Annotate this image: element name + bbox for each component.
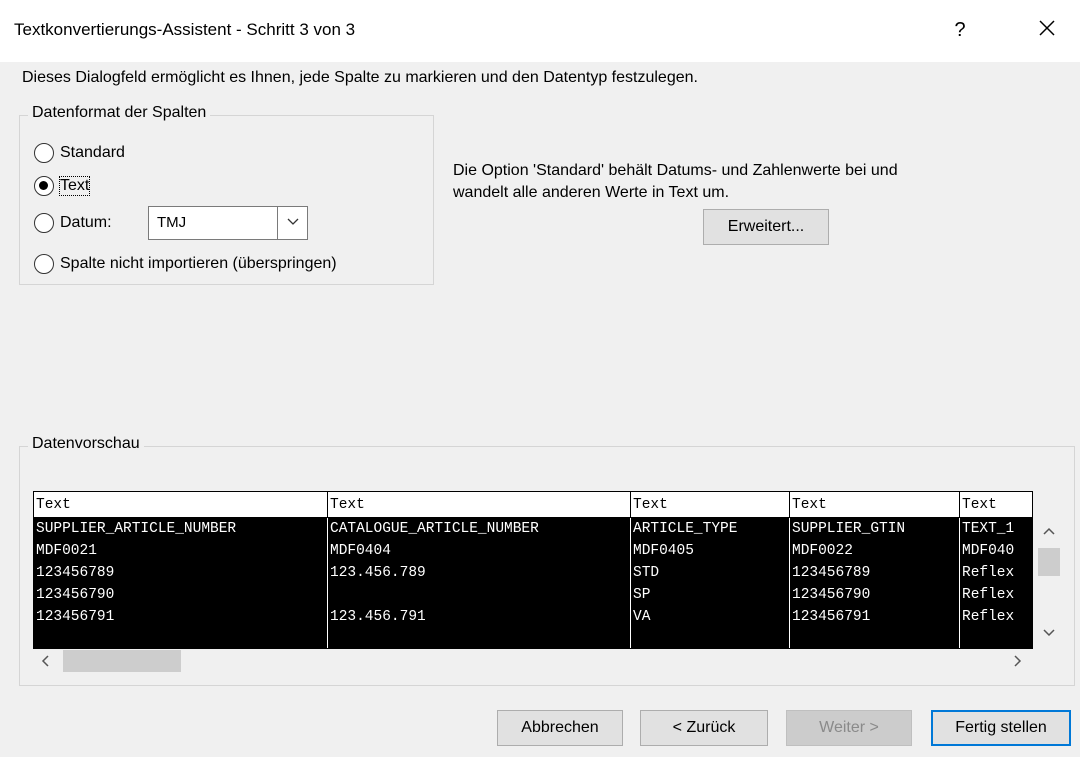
table-cell: TEXT_1 (960, 518, 1032, 540)
table-row: 123456790 SP 123456790 Reflex (34, 584, 1032, 606)
cancel-button[interactable]: Abbrechen (497, 710, 623, 746)
table-cell: CATALOGUE_ARTICLE_NUMBER (328, 518, 631, 540)
title-bar: Textkonvertierungs-Assistent - Schritt 3… (0, 0, 1080, 62)
column-type-header[interactable]: Text (960, 492, 1032, 518)
data-preview-grid[interactable]: Text Text Text Text Text SUPPLIER_ARTICL… (33, 491, 1033, 649)
radio-date[interactable]: Datum: (34, 213, 112, 233)
table-row: 123456791 123.456.791 VA 123456791 Refle… (34, 606, 1032, 628)
radio-standard-label: Standard (60, 144, 125, 161)
table-cell: MDF0021 (34, 540, 328, 562)
column-type-header-row: Text Text Text Text Text (34, 492, 1032, 518)
horizontal-scroll-thumb[interactable] (63, 650, 181, 672)
date-format-select[interactable]: TMJ (148, 206, 308, 240)
chevron-right-icon[interactable] (1014, 655, 1022, 667)
hint-line-2: wandelt alle anderen Werte in Text um. (453, 184, 730, 201)
hint-line-1: Die Option 'Standard' behält Datums- und… (453, 162, 898, 179)
date-format-value: TMJ (157, 214, 187, 231)
radio-date-label: Datum: (60, 214, 112, 231)
chevron-down-icon (287, 218, 298, 225)
help-button[interactable]: ? (940, 12, 980, 48)
column-type-header[interactable]: Text (34, 492, 328, 518)
radio-skip-column[interactable]: Spalte nicht importieren (überspringen) (34, 254, 337, 274)
radio-date-circle[interactable] (34, 213, 54, 233)
advanced-button[interactable]: Erweitert... (703, 209, 829, 245)
table-cell: 123456789 (790, 562, 960, 584)
horizontal-scrollbar[interactable] (33, 649, 1033, 673)
radio-text-label: Text (58, 176, 91, 196)
table-cell: MDF0022 (790, 540, 960, 562)
table-cell: MDF0405 (631, 540, 790, 562)
chevron-left-icon[interactable] (41, 655, 49, 667)
table-cell (328, 584, 631, 606)
chevron-up-icon[interactable] (1043, 527, 1055, 535)
next-button[interactable]: Weiter > (786, 710, 912, 746)
table-cell: Reflex (960, 584, 1032, 606)
chevron-down-icon[interactable] (1043, 629, 1055, 637)
date-format-dropdown-button[interactable] (277, 207, 307, 239)
table-row: SUPPLIER_ARTICLE_NUMBER CATALOGUE_ARTICL… (34, 518, 1032, 540)
table-cell: 123.456.791 (328, 606, 631, 628)
radio-text[interactable]: Text (34, 176, 91, 196)
table-cell: 123.456.789 (328, 562, 631, 584)
window-title: Textkonvertierungs-Assistent - Schritt 3… (14, 20, 356, 39)
column-type-header[interactable]: Text (790, 492, 960, 518)
table-cell: ARTICLE_TYPE (631, 518, 790, 540)
table-cell: VA (631, 606, 790, 628)
table-cell: STD (631, 562, 790, 584)
table-cell: SUPPLIER_ARTICLE_NUMBER (34, 518, 328, 540)
table-cell (631, 628, 790, 648)
description-text: Dieses Dialogfeld ermöglicht es Ihnen, j… (22, 69, 698, 86)
table-cell: SUPPLIER_GTIN (790, 518, 960, 540)
finish-button[interactable]: Fertig stellen (931, 710, 1071, 746)
table-cell: Reflex (960, 606, 1032, 628)
table-row: MDF0021 MDF0404 MDF0405 MDF0022 MDF040 (34, 540, 1032, 562)
close-button[interactable] (1022, 10, 1072, 50)
data-preview-group-title: Datenvorschau (28, 435, 144, 453)
close-icon (1039, 20, 1055, 36)
back-button[interactable]: < Zurück (640, 710, 768, 746)
table-cell: SP (631, 584, 790, 606)
table-cell (34, 628, 328, 648)
column-format-group-title: Datenformat der Spalten (28, 104, 211, 122)
radio-standard-circle[interactable] (34, 143, 54, 163)
column-type-header[interactable]: Text (631, 492, 790, 518)
table-row-blank (34, 628, 1032, 648)
column-type-header[interactable]: Text (328, 492, 631, 518)
table-cell: 123456791 (790, 606, 960, 628)
table-cell: 123456790 (34, 584, 328, 606)
table-row: 123456789 123.456.789 STD 123456789 Refl… (34, 562, 1032, 584)
vertical-scroll-thumb[interactable] (1038, 548, 1060, 576)
radio-text-circle[interactable] (34, 176, 54, 196)
table-cell: Reflex (960, 562, 1032, 584)
table-cell: MDF0404 (328, 540, 631, 562)
table-cell: 123456789 (34, 562, 328, 584)
vertical-scrollbar[interactable] (1036, 518, 1062, 649)
table-cell: 123456791 (34, 606, 328, 628)
radio-skip-column-label: Spalte nicht importieren (überspringen) (60, 255, 337, 272)
table-cell (790, 628, 960, 648)
table-cell (328, 628, 631, 648)
radio-standard[interactable]: Standard (34, 143, 125, 163)
table-cell (960, 628, 1032, 648)
table-cell: MDF040 (960, 540, 1032, 562)
table-cell: 123456790 (790, 584, 960, 606)
standard-option-hint: Die Option 'Standard' behält Datums- und… (453, 160, 898, 204)
radio-skip-column-circle[interactable] (34, 254, 54, 274)
